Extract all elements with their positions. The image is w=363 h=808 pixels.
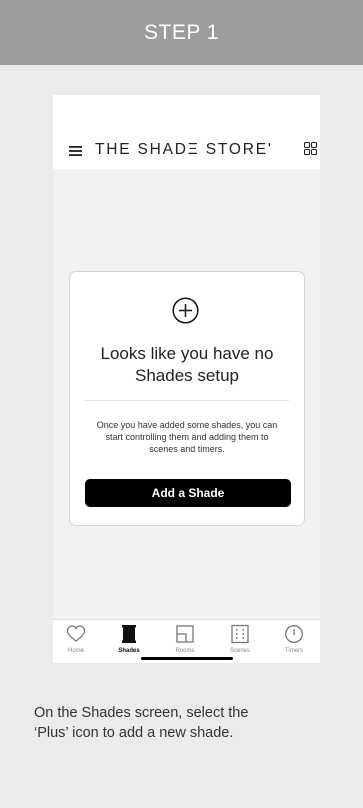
app-header: THE SHADΞ STORE' (53, 95, 320, 169)
tab-scenes[interactable]: Scenes (217, 624, 263, 658)
empty-state-description: Once you have added some shades, you can… (96, 420, 278, 454)
tab-label-timers: Timers (284, 648, 304, 654)
step-banner: STEP 1 (0, 0, 363, 65)
plus-circle-icon[interactable] (172, 297, 199, 324)
tab-home[interactable]: Home (53, 624, 99, 658)
tab-label-scenes: Scenes (229, 648, 250, 654)
grid-icon[interactable] (304, 142, 317, 155)
tab-label-shades: Shades (118, 648, 140, 654)
tab-label-rooms: Rooms (175, 648, 195, 654)
room-icon (176, 625, 194, 643)
tab-label-home: Home (67, 648, 84, 654)
add-shade-button[interactable]: Add a Shade (85, 479, 291, 507)
empty-state-card: Looks like you have no Shades setup Once… (69, 271, 305, 526)
phone-screenshot: THE SHADΞ STORE' Looks like you have no … (53, 95, 320, 663)
tab-shades[interactable]: Shades (106, 624, 152, 658)
step-title: STEP 1 (144, 20, 219, 44)
divider (85, 400, 289, 401)
tab-timers[interactable]: Timers (271, 624, 317, 658)
heart-icon (66, 625, 86, 642)
empty-state-title: Looks like you have no Shades setup (100, 344, 274, 385)
timer-icon (285, 625, 303, 643)
scenes-icon (231, 624, 249, 644)
shade-icon (122, 625, 136, 643)
instruction-caption: On the Shades screen, select the ‘Plus’ … (34, 705, 249, 741)
hamburger-menu-icon[interactable] (69, 146, 82, 156)
home-indicator (141, 657, 233, 660)
tab-rooms[interactable]: Rooms (162, 624, 208, 658)
brand-logo: THE SHADΞ STORE' (95, 141, 273, 158)
